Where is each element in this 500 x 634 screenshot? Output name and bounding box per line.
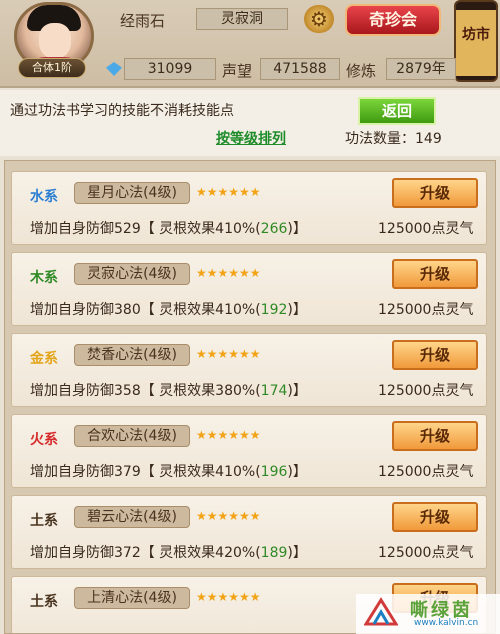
skill-name: 星月心法(4级) <box>74 182 190 204</box>
location-box: 灵寂洞 <box>196 8 288 30</box>
reputation-value: 471588 <box>260 58 340 80</box>
bonus-value: 192 <box>260 302 288 318</box>
info-message: 通过功法书学习的技能不消耗技能点 <box>10 103 234 119</box>
sort-by-level-link[interactable]: 按等级排列 <box>216 128 286 148</box>
bonus-value: 266 <box>260 221 288 237</box>
watermark-url: www.kalvin.cn <box>414 618 479 628</box>
skill-description: 增加自身防御529【 灵根效果410%(266)】 <box>30 221 307 237</box>
upgrade-button[interactable]: 升级 <box>392 259 478 289</box>
skill-card: 木系 灵寂心法(4级) ★★★★★★ 升级 增加自身防御380【 灵根效果410… <box>11 252 487 326</box>
element-label: 土系 <box>30 594 58 610</box>
skill-card: 金系 焚香心法(4级) ★★★★★★ 升级 增加自身防御358【 灵根效果380… <box>11 333 487 407</box>
star-rating: ★★★★★★ <box>196 428 261 442</box>
upgrade-button[interactable]: 升级 <box>392 178 478 208</box>
jingyu-label: 经雨石 <box>120 12 166 30</box>
skill-cost: 125000点灵气 <box>378 383 474 399</box>
info-bar: 通过功法书学习的技能不消耗技能点 返回 按等级排列 功法数量：149 <box>0 90 500 156</box>
skill-name: 碧云心法(4级) <box>74 506 190 528</box>
element-label: 金系 <box>30 351 58 367</box>
market-lantern-button[interactable]: 坊市 <box>454 0 498 82</box>
top-header: 合体1阶 经雨石 灵寂洞 ⚙ 奇珍会 坊市 31099 声望 471588 修炼… <box>0 0 500 88</box>
gear-icon[interactable]: ⚙ <box>304 5 334 33</box>
skill-name: 焚香心法(4级) <box>74 344 190 366</box>
skill-list[interactable]: 水系 星月心法(4级) ★★★★★★ 升级 增加自身防御529【 灵根效果410… <box>4 160 496 634</box>
upgrade-button[interactable]: 升级 <box>392 421 478 451</box>
cultivation-value: 2879年 <box>386 58 456 80</box>
upgrade-button[interactable]: 升级 <box>392 340 478 370</box>
star-rating: ★★★★★★ <box>196 266 261 280</box>
skill-cost: 125000点灵气 <box>378 545 474 561</box>
bonus-value: 196 <box>260 464 288 480</box>
skill-card: 土系 碧云心法(4级) ★★★★★★ 升级 增加自身防御372【 灵根效果420… <box>11 495 487 569</box>
element-label: 土系 <box>30 513 58 529</box>
skill-cost: 125000点灵气 <box>378 302 474 318</box>
return-button[interactable]: 返回 <box>358 97 436 125</box>
rank-badge: 合体1阶 <box>18 58 86 78</box>
gems-value: 31099 <box>124 58 216 80</box>
skill-name: 灵寂心法(4级) <box>74 263 190 285</box>
skill-card: 火系 合欢心法(4级) ★★★★★★ 升级 增加自身防御379【 灵根效果410… <box>11 414 487 488</box>
skill-name: 上清心法(4级) <box>74 587 190 609</box>
element-label: 火系 <box>30 432 58 448</box>
skill-description: 增加自身防御379【 灵根效果410%(196)】 <box>30 464 307 480</box>
element-label: 木系 <box>30 270 58 286</box>
upgrade-button[interactable]: 升级 <box>392 502 478 532</box>
skill-description: 增加自身防御358【 灵根效果380%(174)】 <box>30 383 307 399</box>
star-rating: ★★★★★★ <box>196 347 261 361</box>
gem-icon <box>106 62 122 76</box>
skill-description: 增加自身防御380【 灵根效果410%(192)】 <box>30 302 307 318</box>
skill-cost: 125000点灵气 <box>378 464 474 480</box>
star-rating: ★★★★★★ <box>196 590 261 604</box>
skill-cost: 125000点灵气 <box>378 221 474 237</box>
bonus-value: 174 <box>260 383 288 399</box>
market-label: 坊市 <box>462 27 490 43</box>
skill-description: 增加自身防御372【 灵根效果420%(189)】 <box>30 545 307 561</box>
site-watermark: 嘶绿茵 www.kalvin.cn <box>356 594 500 634</box>
star-rating: ★★★★★★ <box>196 185 261 199</box>
skill-name: 合欢心法(4级) <box>74 425 190 447</box>
skill-count: 功法数量：149 <box>345 131 442 147</box>
element-label: 水系 <box>30 189 58 205</box>
bonus-value: 189 <box>260 545 288 561</box>
cultivation-label: 修炼 <box>346 62 377 80</box>
reputation-label: 声望 <box>222 62 253 80</box>
treasure-button[interactable]: 奇珍会 <box>345 4 441 36</box>
watermark-logo-icon <box>364 597 398 626</box>
star-rating: ★★★★★★ <box>196 509 261 523</box>
skill-card: 水系 星月心法(4级) ★★★★★★ 升级 增加自身防御529【 灵根效果410… <box>11 171 487 245</box>
